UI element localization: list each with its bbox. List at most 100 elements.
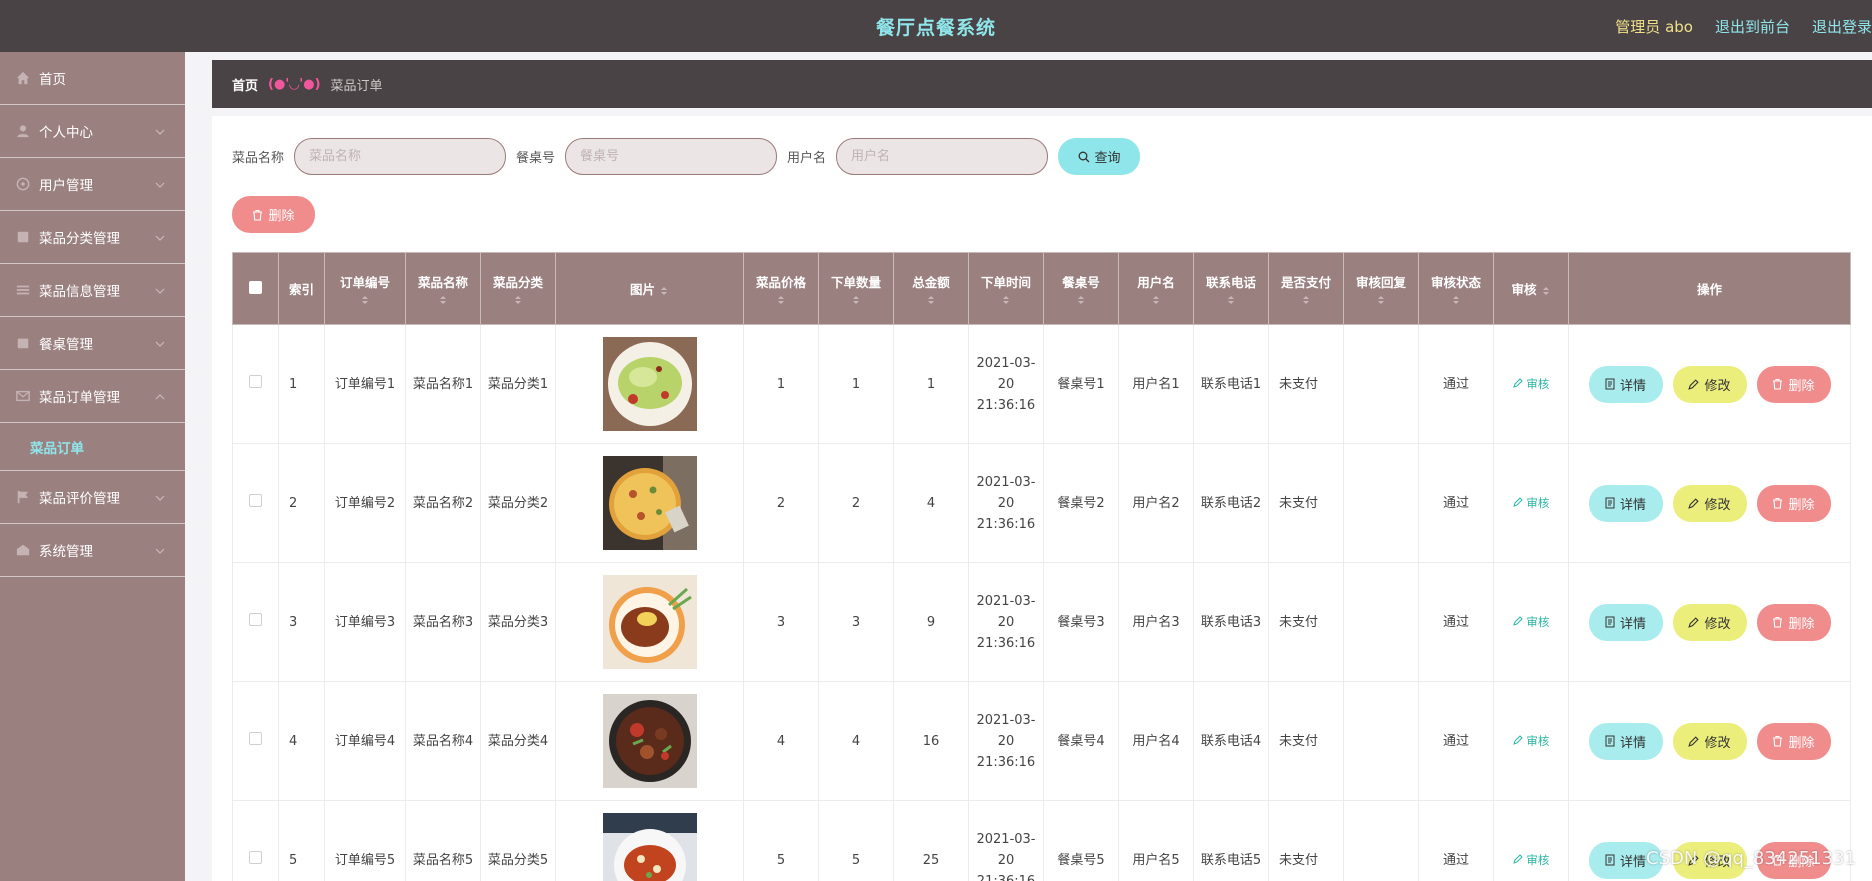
sort-icon[interactable] xyxy=(1151,295,1161,305)
col-dish-category[interactable]: 菜品分类 xyxy=(480,252,556,325)
cell-order-time: 2021-03-20 21:36:16 xyxy=(968,324,1044,444)
sort-icon[interactable] xyxy=(776,295,786,305)
sidebar-item-system[interactable]: 系统管理 xyxy=(0,524,185,577)
col-total[interactable]: 总金额 xyxy=(893,252,969,325)
cell-paid: 未支付 xyxy=(1268,681,1344,801)
review-link[interactable]: 审核 xyxy=(1512,377,1549,391)
sidebar-item-dish-orders[interactable]: 菜品订单管理 xyxy=(0,370,185,423)
col-username[interactable]: 用户名 xyxy=(1118,252,1194,325)
edit-button[interactable]: 修改 xyxy=(1672,365,1747,403)
col-review-status[interactable]: 审核状态 xyxy=(1418,252,1494,325)
breadcrumb-home[interactable]: 首页 xyxy=(232,75,258,94)
sort-icon[interactable] xyxy=(1301,295,1311,305)
cell-total: 9 xyxy=(893,562,969,682)
col-dish-name[interactable]: 菜品名称 xyxy=(405,252,481,325)
sort-icon[interactable] xyxy=(1226,295,1236,305)
logout-link[interactable]: 退出登录 xyxy=(1812,16,1872,37)
sort-icon[interactable] xyxy=(1451,295,1461,305)
col-table-no[interactable]: 餐桌号 xyxy=(1043,252,1119,325)
sort-icon[interactable] xyxy=(1076,295,1086,305)
col-price[interactable]: 菜品价格 xyxy=(743,252,819,325)
sidebar-item-dish-reviews[interactable]: 菜品评价管理 xyxy=(0,471,185,524)
sort-icon[interactable] xyxy=(659,286,669,296)
detail-button[interactable]: 详情 xyxy=(1588,365,1663,403)
select-all-checkbox[interactable] xyxy=(249,280,262,294)
sidebar-item-home[interactable]: 首页 xyxy=(0,52,185,105)
col-label: 菜品价格 xyxy=(755,275,806,290)
col-image[interactable]: 图片 xyxy=(555,252,744,325)
edit-button[interactable]: 修改 xyxy=(1672,603,1747,641)
query-button[interactable]: 查询 xyxy=(1058,138,1141,175)
review-link-label: 审核 xyxy=(1526,852,1550,867)
row-checkbox[interactable] xyxy=(249,374,262,388)
col-phone[interactable]: 联系电话 xyxy=(1193,252,1269,325)
review-link[interactable]: 审核 xyxy=(1512,852,1550,867)
row-select-cell[interactable] xyxy=(232,562,279,682)
detail-button-label: 详情 xyxy=(1619,616,1646,632)
document-icon xyxy=(1605,497,1615,509)
col-review-reply[interactable]: 审核回复 xyxy=(1343,252,1419,325)
row-checkbox[interactable] xyxy=(249,493,262,507)
sort-icon[interactable] xyxy=(1001,295,1011,305)
row-select-cell[interactable] xyxy=(232,443,279,563)
cell-order-time: 2021-03-20 21:36:16 xyxy=(968,562,1044,682)
review-link[interactable]: 审核 xyxy=(1512,495,1550,510)
sort-icon[interactable] xyxy=(851,295,861,305)
sidebar-item-tables[interactable]: 餐桌管理 xyxy=(0,317,185,370)
detail-button[interactable]: 详情 xyxy=(1588,603,1663,641)
cell-price: 4 xyxy=(743,681,819,801)
sort-icon[interactable] xyxy=(438,295,448,305)
delete-button[interactable]: 删除 xyxy=(1756,484,1831,522)
row-select-cell[interactable] xyxy=(232,324,279,444)
exit-to-front-link[interactable]: 退出到前台 xyxy=(1715,16,1790,37)
sidebar-item-users[interactable]: 用户管理 xyxy=(0,158,185,211)
sort-icon[interactable] xyxy=(926,295,936,305)
sidebar-item-profile[interactable]: 个人中心 xyxy=(0,105,185,158)
col-paid[interactable]: 是否支付 xyxy=(1268,252,1344,325)
cell-index: 3 xyxy=(278,562,325,682)
sort-icon[interactable] xyxy=(1541,286,1551,296)
delete-button[interactable]: 删除 xyxy=(1756,722,1831,760)
edit-icon xyxy=(1688,497,1700,509)
cell-actions: 详情 修改 删除 xyxy=(1568,681,1851,801)
review-link[interactable]: 审核 xyxy=(1512,615,1549,629)
sort-icon[interactable] xyxy=(513,295,523,305)
row-checkbox[interactable] xyxy=(249,850,262,864)
edit-button[interactable]: 修改 xyxy=(1672,484,1747,522)
search-icon xyxy=(1078,151,1089,162)
delete-button[interactable]: 删除 xyxy=(1756,603,1831,641)
col-review[interactable]: 审核 xyxy=(1493,252,1569,325)
cell-quantity: 5 xyxy=(818,800,894,881)
table-no-label: 餐桌号 xyxy=(516,151,556,166)
cell-dish-name: 菜品名称5 xyxy=(405,800,481,881)
username-input[interactable] xyxy=(836,138,1049,175)
detail-button-label: 详情 xyxy=(1619,497,1646,513)
detail-button[interactable]: 详情 xyxy=(1588,484,1663,522)
row-select-cell[interactable] xyxy=(232,800,279,881)
sidebar-item-dish-info[interactable]: 菜品信息管理 xyxy=(0,264,185,317)
review-link[interactable]: 审核 xyxy=(1512,734,1549,748)
table-no-input[interactable] xyxy=(565,138,778,175)
detail-button[interactable]: 详情 xyxy=(1588,722,1663,760)
row-select-cell[interactable] xyxy=(232,681,279,801)
col-order-time[interactable]: 下单时间 xyxy=(968,252,1044,325)
sort-icon[interactable] xyxy=(1376,295,1386,305)
trash-icon xyxy=(253,209,263,221)
row-checkbox[interactable] xyxy=(249,612,262,626)
sidebar-item-dish-category[interactable]: 菜品分类管理 xyxy=(0,211,185,264)
col-order-no[interactable]: 订单编号 xyxy=(324,252,406,325)
dish-name-input[interactable] xyxy=(294,138,507,175)
edit-button-label: 修改 xyxy=(1704,616,1731,632)
sort-icon[interactable] xyxy=(360,295,370,305)
cell-order-time: 2021-03-20 21:36:16 xyxy=(968,443,1044,563)
top-right-links: 管理员 abo 退出到前台 退出登录 xyxy=(1615,0,1872,52)
delete-button[interactable]: 删除 xyxy=(1756,365,1831,403)
col-quantity[interactable]: 下单数量 xyxy=(818,252,894,325)
batch-delete-button[interactable]: 删除 xyxy=(232,196,315,233)
sidebar-subitem-dish-order[interactable]: 菜品订单 xyxy=(0,423,185,471)
row-checkbox[interactable] xyxy=(249,731,262,745)
review-link-label: 审核 xyxy=(1526,495,1550,510)
edit-button[interactable]: 修改 xyxy=(1672,722,1747,760)
cell-phone: 联系电话5 xyxy=(1193,800,1269,881)
select-all-header[interactable] xyxy=(232,252,279,325)
